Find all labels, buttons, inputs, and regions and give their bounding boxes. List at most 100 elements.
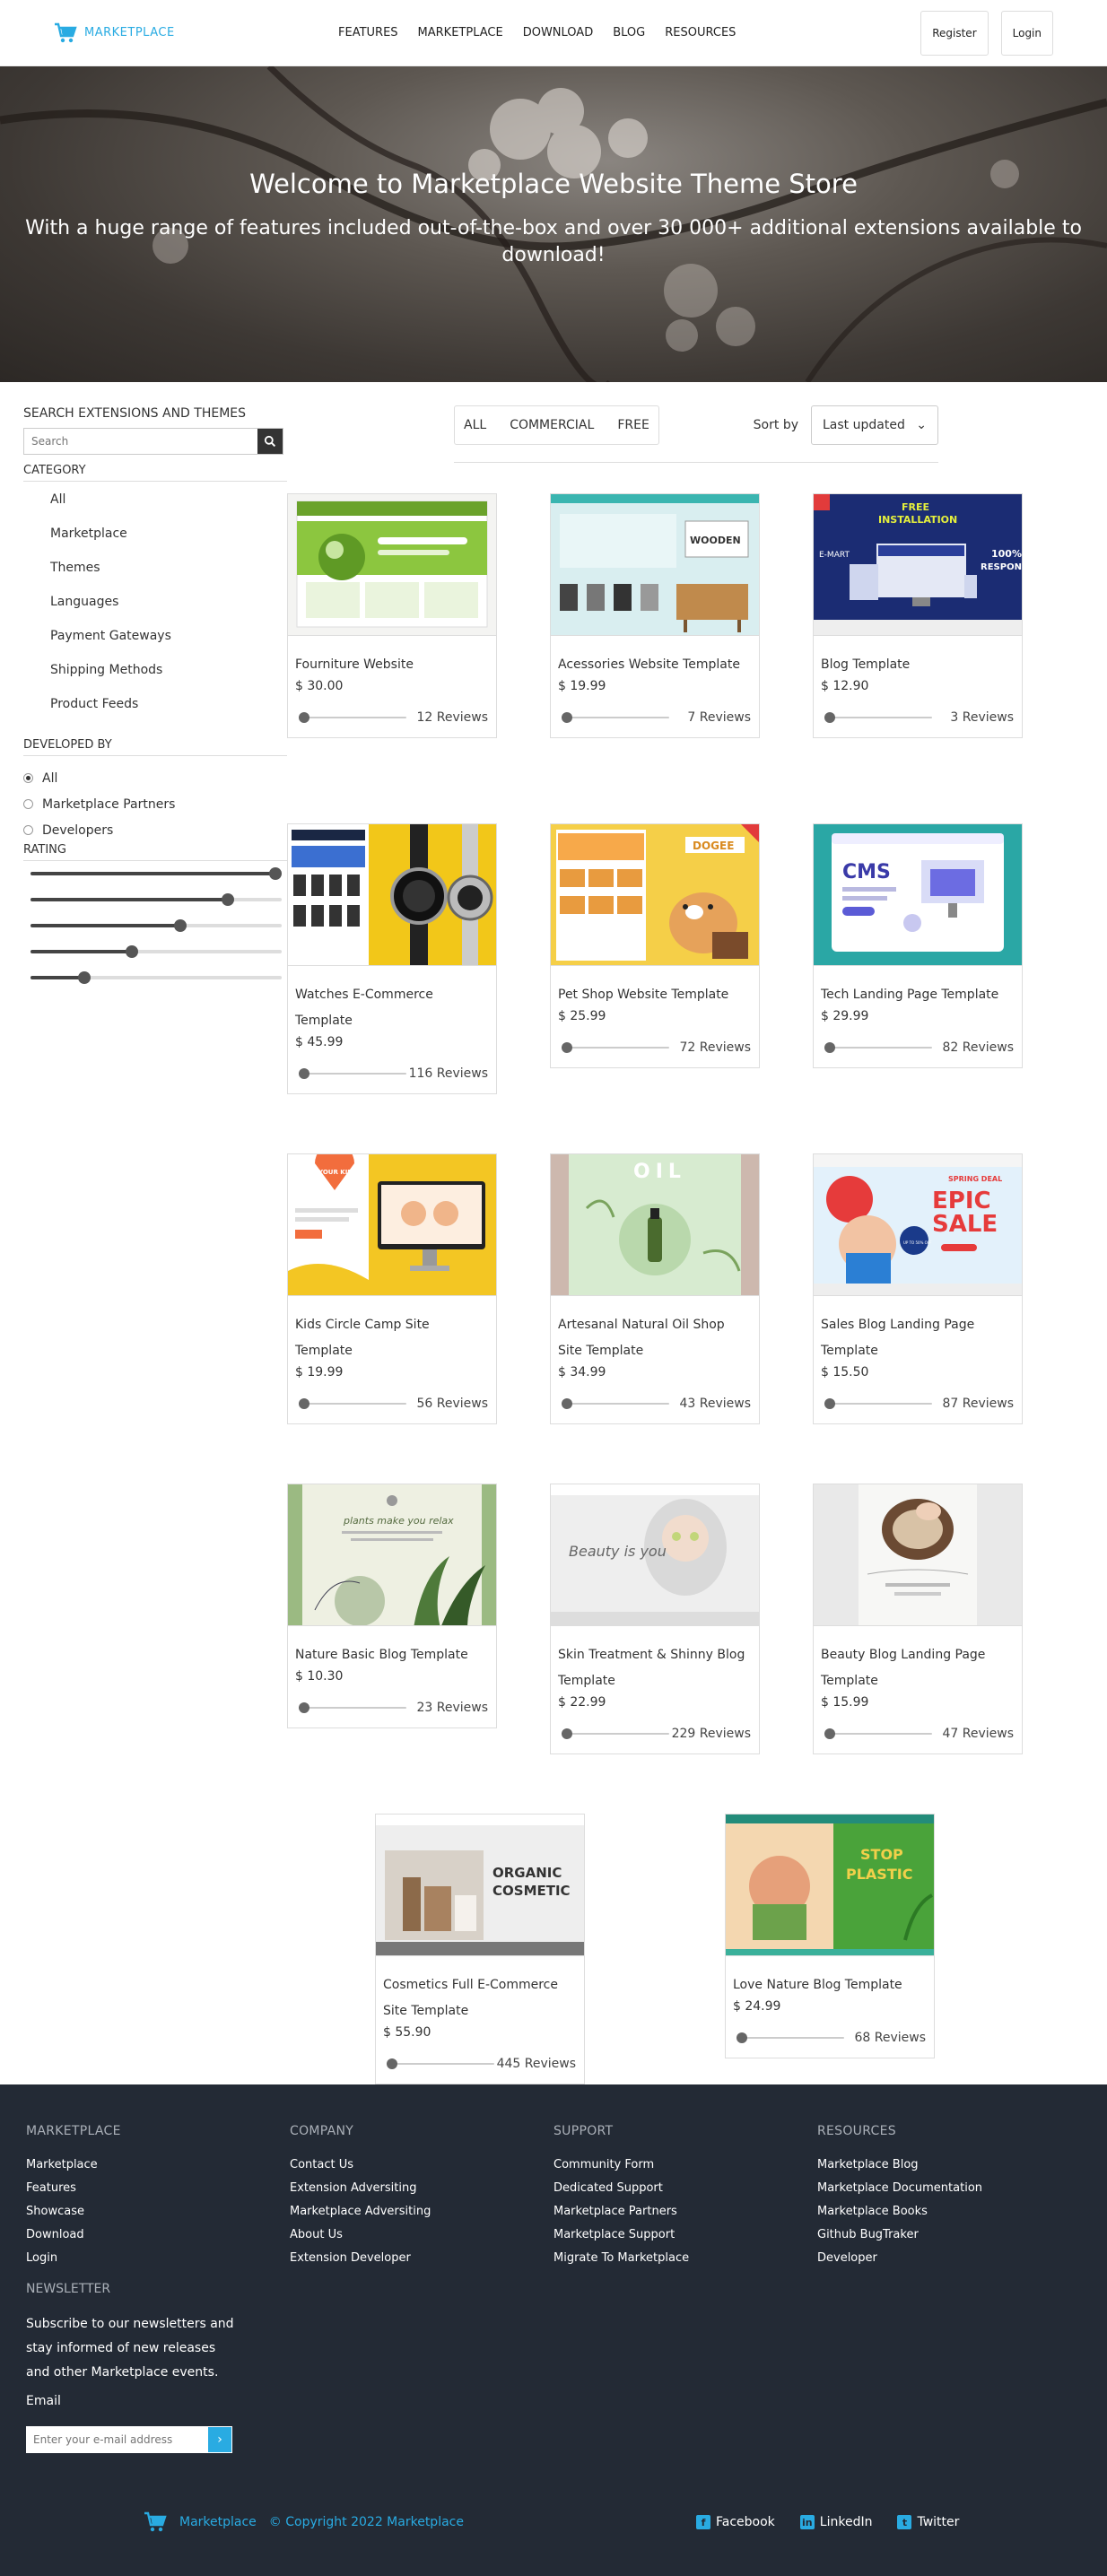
category-item[interactable]: Product Feeds	[50, 695, 287, 729]
product-card[interactable]: Beauty Blog Landing Page Template $ 15.99…	[813, 1484, 1023, 1754]
product-name[interactable]: Kids Circle Camp Site Template	[295, 1312, 488, 1364]
category-item[interactable]: Themes	[50, 559, 287, 593]
product-card[interactable]: FREEINSTALLATION 100% RESPONS E-MART Blog Te…	[813, 493, 1023, 738]
nav-blog[interactable]: BLOG	[613, 26, 645, 39]
product-thumbnail[interactable]: STOP PLASTIC	[726, 1815, 934, 1956]
footer-link[interactable]: Showcase	[26, 2205, 290, 2228]
product-thumbnail[interactable]: SPRING DEAL EPIC SALE UP TO 50% OFF	[814, 1154, 1022, 1296]
slider-handle[interactable]	[737, 2032, 747, 2043]
product-card[interactable]: ORGANIC COSMETIC Cosmetics Full E-Commerce…	[375, 1814, 585, 2084]
product-thumbnail[interactable]: DOGEE	[551, 824, 759, 966]
nav-resources[interactable]: RESOURCES	[665, 26, 736, 39]
radio[interactable]	[23, 825, 33, 835]
category-item[interactable]: Marketplace	[50, 525, 287, 559]
register-button[interactable]: Register	[920, 10, 989, 56]
rating-slider[interactable]	[31, 965, 282, 991]
footer-link[interactable]: Marketplace Blog	[817, 2158, 1081, 2181]
filter-commercial[interactable]: COMMERCIAL	[510, 418, 594, 432]
footer-link[interactable]: Download	[26, 2228, 290, 2251]
product-thumbnail[interactable]: WOODEN	[551, 494, 759, 636]
product-name[interactable]: Sales Blog Landing Page Template	[821, 1312, 1014, 1364]
rating-slider[interactable]	[299, 1068, 406, 1079]
category-item[interactable]: Shipping Methods	[50, 661, 287, 695]
product-card[interactable]: Watches E-Commerce Template $ 45.99 116 Re…	[287, 823, 497, 1094]
footer-link[interactable]: Marketplace Documentation	[817, 2181, 1081, 2205]
footer-link[interactable]: Extension Adversiting	[290, 2181, 554, 2205]
nav-features[interactable]: FEATURES	[338, 26, 398, 39]
product-thumbnail[interactable]	[814, 1484, 1022, 1626]
footer-link[interactable]: Extension Developer	[290, 2251, 554, 2275]
nav-marketplace[interactable]: MARKETPLACE	[418, 26, 503, 39]
rating-slider[interactable]	[387, 2058, 494, 2069]
product-card[interactable]: STOP PLASTIC Love Nature Blog Template $ 24…	[725, 1814, 935, 2058]
slider-handle[interactable]	[387, 2058, 397, 2069]
product-card[interactable]: plants make you relax Nature Basic Blog T…	[287, 1484, 497, 1728]
product-thumbnail[interactable]: plants make you relax	[288, 1484, 496, 1626]
search-button[interactable]	[257, 429, 283, 454]
category-item[interactable]: Payment Gateways	[50, 627, 287, 661]
product-thumbnail[interactable]: Beauty is you	[551, 1484, 759, 1626]
developer-option[interactable]: Developers	[23, 817, 287, 843]
product-thumbnail[interactable]: OIL	[551, 1154, 759, 1296]
footer-brand-link[interactable]: Marketplace	[179, 2515, 257, 2529]
rating-slider[interactable]	[299, 1702, 406, 1713]
footer-link[interactable]: About Us	[290, 2228, 554, 2251]
slider-handle[interactable]	[824, 1398, 835, 1409]
rating-slider[interactable]	[31, 913, 282, 939]
product-name[interactable]: Pet Shop Website Template	[558, 982, 751, 1008]
footer-link[interactable]: Marketplace Books	[817, 2205, 1081, 2228]
footer-link[interactable]: Marketplace	[26, 2158, 290, 2181]
email-field[interactable]	[26, 2426, 207, 2453]
product-card[interactable]: DOGEE Pet Shop Website Template $ 25.99 72 …	[550, 823, 760, 1068]
rating-slider[interactable]	[31, 939, 282, 965]
product-thumbnail[interactable]: CMS	[814, 824, 1022, 966]
product-card[interactable]: OIL Artesanal Natural Oil Shop Site Templ…	[550, 1153, 760, 1424]
product-thumbnail[interactable]	[288, 824, 496, 966]
rating-slider[interactable]	[31, 887, 282, 913]
developer-option[interactable]: Marketplace Partners	[23, 791, 287, 817]
footer-link[interactable]: Github BugTraker	[817, 2228, 1081, 2251]
twitter-link[interactable]: t Twitter	[897, 2515, 959, 2529]
product-thumbnail[interactable]: ORGANIC COSMETIC	[376, 1815, 584, 1956]
radio[interactable]	[23, 799, 33, 809]
product-thumbnail[interactable]: FREEINSTALLATION 100% RESPONS E-MART	[814, 494, 1022, 636]
product-card[interactable]: CMS Tech Landing Page Template $ 29.99 82 R…	[813, 823, 1023, 1068]
login-button[interactable]: Login	[1000, 10, 1053, 56]
footer-link[interactable]: Community Form	[554, 2158, 817, 2181]
product-name[interactable]: Love Nature Blog Template	[733, 1972, 926, 1998]
slider-handle[interactable]	[126, 945, 139, 958]
facebook-link[interactable]: f Facebook	[696, 2515, 775, 2529]
developer-option[interactable]: All	[23, 765, 287, 791]
slider-handle[interactable]	[824, 712, 835, 723]
product-thumbnail[interactable]	[288, 494, 496, 636]
filter-free[interactable]: FREE	[617, 418, 649, 432]
subscribe-button[interactable]: ›	[207, 2426, 232, 2453]
footer-link[interactable]: Marketplace Support	[554, 2228, 817, 2251]
footer-link[interactable]: Dedicated Support	[554, 2181, 817, 2205]
product-card[interactable]: Beauty is you Skin Treatment & Shinny Blo…	[550, 1484, 760, 1754]
logo[interactable]: MARKETPLACE	[54, 22, 175, 44]
product-card[interactable]: Fourniture Website $ 30.00 12 Reviews	[287, 493, 497, 738]
rating-slider[interactable]	[562, 1398, 669, 1409]
product-name[interactable]: Beauty Blog Landing Page Template	[821, 1642, 1014, 1694]
rating-slider[interactable]	[737, 2032, 844, 2043]
rating-slider[interactable]	[31, 861, 282, 887]
product-name[interactable]: Acessories Website Template	[558, 652, 751, 678]
nav-download[interactable]: DOWNLOAD	[523, 26, 594, 39]
product-card[interactable]: SPRING DEAL EPIC SALE UP TO 50% OFF Sales Bl…	[813, 1153, 1023, 1424]
slider-handle[interactable]	[824, 1042, 835, 1053]
product-name[interactable]: Skin Treatment & Shinny Blog Template	[558, 1642, 751, 1694]
slider-handle[interactable]	[221, 893, 234, 906]
slider-handle[interactable]	[299, 1068, 309, 1079]
product-name[interactable]: Blog Template	[821, 652, 1014, 678]
product-name[interactable]: Tech Landing Page Template	[821, 982, 1014, 1008]
slider-handle[interactable]	[299, 712, 309, 723]
footer-link[interactable]: Contact Us	[290, 2158, 554, 2181]
footer-link[interactable]: Marketplace Adversiting	[290, 2205, 554, 2228]
slider-handle[interactable]	[562, 1728, 572, 1739]
rating-slider[interactable]	[299, 712, 406, 723]
slider-handle[interactable]	[269, 867, 282, 880]
product-card[interactable]: YOUR KIDS Kids Circle Camp Site Template $…	[287, 1153, 497, 1424]
linkedin-link[interactable]: in LinkedIn	[799, 2515, 872, 2529]
slider-handle[interactable]	[299, 1398, 309, 1409]
